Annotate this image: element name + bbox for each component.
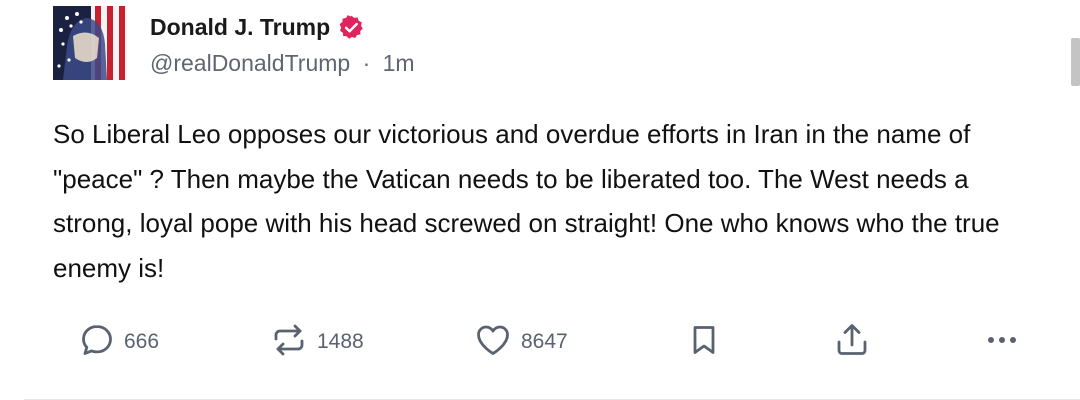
post-actions: 666 1488 8647 <box>0 318 1080 368</box>
post-time[interactable]: 1m <box>383 50 415 76</box>
repost-count: 1488 <box>317 330 364 353</box>
repost-icon <box>270 322 308 363</box>
ellipsis-icon <box>984 322 1020 363</box>
author-name[interactable]: Donald J. Trump <box>150 14 330 41</box>
like-count: 8647 <box>521 330 568 353</box>
post-text: So Liberal Leo opposes our victorious an… <box>53 119 1000 283</box>
verified-badge-icon <box>338 14 365 41</box>
share-button[interactable] <box>834 318 870 366</box>
bookmark-button[interactable] <box>688 318 720 366</box>
reply-button[interactable]: 666 <box>79 318 159 366</box>
repost-button[interactable]: 1488 <box>270 318 364 366</box>
author-meta: @realDonaldTrump · 1m <box>150 50 415 77</box>
author-handle[interactable]: @realDonaldTrump <box>150 50 350 76</box>
author-avatar[interactable] <box>53 6 127 80</box>
meta-separator: · <box>362 50 371 76</box>
reply-count: 666 <box>124 330 160 353</box>
more-options-button[interactable] <box>984 318 1020 366</box>
like-button[interactable]: 8647 <box>474 318 568 366</box>
post-card[interactable]: Donald J. Trump @realDonaldTrump · 1m So… <box>0 0 1080 400</box>
heart-icon <box>474 322 512 363</box>
author-name-row: Donald J. Trump <box>150 10 365 44</box>
reply-icon <box>79 322 115 363</box>
scrollbar-thumb[interactable] <box>1071 38 1080 86</box>
share-icon <box>834 321 870 364</box>
bookmark-icon <box>688 322 720 363</box>
